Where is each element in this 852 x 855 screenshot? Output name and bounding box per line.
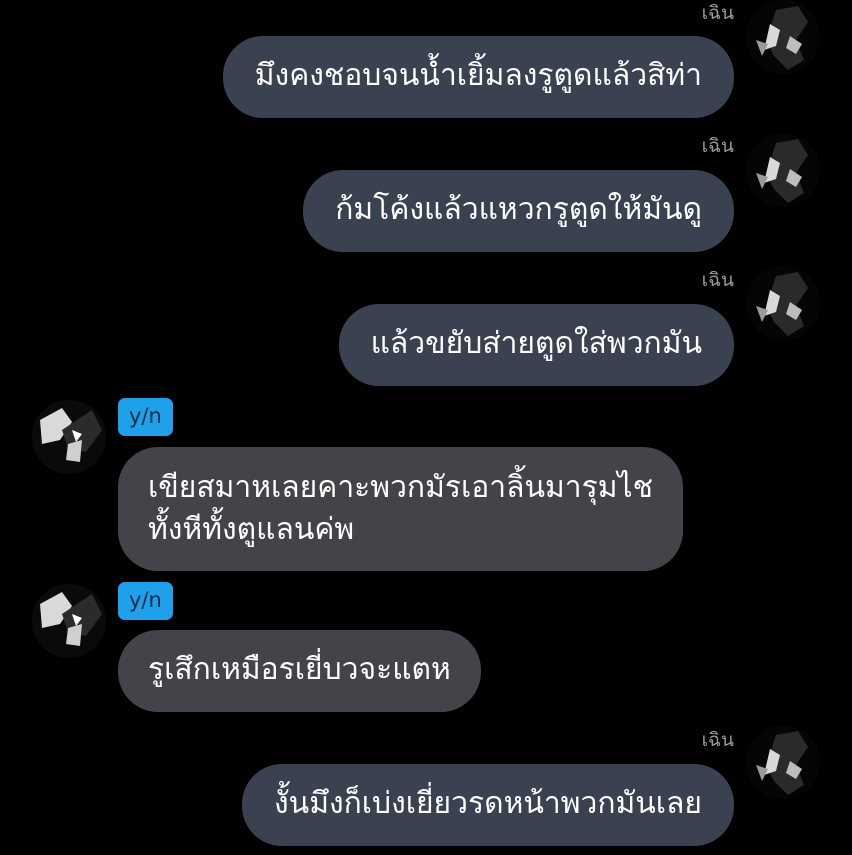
- avatar-photo-icon: [32, 400, 106, 474]
- message-bubble-outgoing[interactable]: งั้นมึงก็เบ่งเยี่ยวรดหน้าพวกมันเลย: [242, 764, 734, 846]
- message-bubble-incoming[interactable]: รูเสึกเหมือรเยี่บวจะแตห: [118, 630, 481, 712]
- avatar-photo-icon: [746, 725, 820, 799]
- avatar-photo-icon: [746, 133, 820, 207]
- sender-name: เฉิน: [701, 269, 734, 291]
- avatar-photo-icon: [746, 0, 820, 74]
- message-text: งั้นมึงก็เบ่งเยี่ยวรดหน้าพวกมันเลย: [274, 786, 702, 821]
- avatar[interactable]: [746, 0, 820, 74]
- message-text-line: เขียสมาหเลยคาะพวกมัรเอาลิ้นมารุมไช: [148, 470, 653, 505]
- sender-name-tag: y/n: [118, 582, 173, 620]
- avatar[interactable]: [32, 400, 106, 474]
- message-bubble-outgoing[interactable]: แล้วขยับส่ายตูดใส่พวกมัน: [338, 304, 734, 386]
- avatar[interactable]: [746, 725, 820, 799]
- message-bubble-incoming[interactable]: เขียสมาหเลยคาะพวกมัรเอาลิ้นมารุมไช ทั้งห…: [118, 447, 683, 571]
- sender-name: เฉิน: [701, 135, 734, 157]
- avatar[interactable]: [32, 584, 106, 658]
- message-text: ก้มโค้งแล้วแหวกรูตูดให้มันดู: [335, 192, 702, 227]
- avatar-photo-icon: [746, 266, 820, 340]
- sender-name: เฉิน: [701, 2, 734, 24]
- sender-name-tag: y/n: [118, 398, 173, 436]
- message-text-line: ทั้งหีทั้งตูแลนค่พ: [148, 512, 355, 547]
- message-bubble-outgoing[interactable]: ก้มโค้งแล้วแหวกรูตูดให้มันดู: [303, 170, 734, 252]
- message-text: รูเสึกเหมือรเยี่บวจะแตห: [148, 652, 451, 687]
- avatar[interactable]: [746, 133, 820, 207]
- avatar[interactable]: [746, 266, 820, 340]
- avatar-photo-icon: [32, 584, 106, 658]
- message-bubble-outgoing[interactable]: มึงคงชอบจนน้ำเยิ้มลงรูตูดแล้วสิท่า: [222, 36, 734, 118]
- message-text: แล้วขยับส่ายตูดใส่พวกมัน: [370, 326, 702, 361]
- sender-name: เฉิน: [701, 729, 734, 751]
- message-text: มึงคงชอบจนน้ำเยิ้มลงรูตูดแล้วสิท่า: [254, 58, 702, 93]
- chat-thread: เฉิน มึงคงชอบจนน้ำเยิ้มลงรูตูดแล้วสิท่า …: [0, 0, 852, 855]
